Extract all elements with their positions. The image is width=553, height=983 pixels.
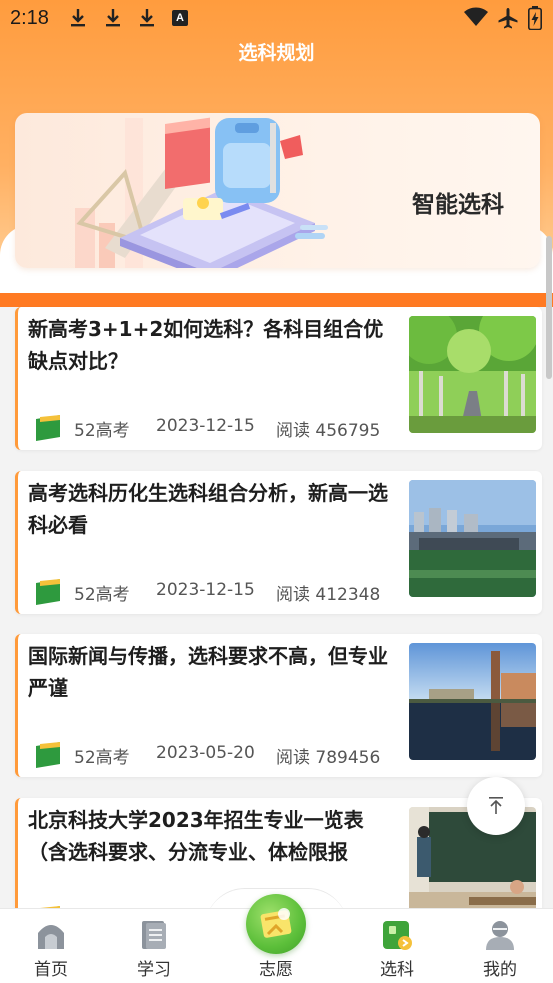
nav-item-home[interactable]: 首页 [6,909,96,983]
arrow-up-icon [489,797,503,814]
article-card[interactable]: 新高考3+1+2如何选科？各科目组合优缺点对比？ 52高考 2023-12-15… [15,307,542,450]
wifi-icon [463,6,489,30]
airplane-mode-icon [496,6,520,30]
article-thumbnail-tree-road [409,316,536,433]
orange-divider [0,293,553,307]
home-icon [38,925,64,949]
source-logo-icon [31,410,65,444]
article-source: 52高考 [74,421,130,441]
download-icon [70,8,86,28]
profile-icon [486,921,514,950]
nav-label: 选科 [380,960,414,980]
nav-item-study[interactable]: 学习 [109,909,199,983]
scrollbar[interactable] [546,236,552,379]
article-read-count: 阅读 789456 [276,748,381,768]
banner-label: 智能选科 [412,192,504,218]
article-title: 高考选科历化生选科组合分析，新高一选科必看 [28,481,388,537]
book-icon [142,921,166,949]
download-icon [139,8,155,28]
status-time: 2:18 [10,7,49,29]
subject-select-icon [383,921,412,950]
nav-item-subject-select[interactable]: 选科 [352,909,442,983]
article-source: 52高考 [74,748,130,768]
back-to-top-button[interactable] [467,777,525,835]
nav-item-profile[interactable]: 我的 [455,909,545,983]
source-logo-icon [31,737,65,771]
app-notification-icon: A [172,10,188,26]
volunteer-center-button[interactable] [246,894,306,954]
article-date: 2023-05-20 [156,743,255,763]
article-meta: 52高考 2023-12-15 阅读 456795 [30,409,400,445]
article-title: 北京科技大学2023年招生专业一览表（含选科要求、分流专业、体检限报 [28,808,364,864]
article-title: 国际新闻与传播，选科要求不高，但专业严谨 [28,644,388,700]
page-title: 选科规划 [238,42,315,64]
article-thumbnail-lake [409,643,536,760]
download-icon [105,8,121,28]
article-card[interactable]: 国际新闻与传播，选科要求不高，但专业严谨 52高考 2023-05-20 阅读 … [15,634,542,777]
article-source: 52高考 [74,585,130,605]
article-read-count: 阅读 456795 [276,421,381,441]
school-supplies-illustration [75,117,328,268]
article-date: 2023-12-15 [156,416,255,436]
article-date: 2023-12-15 [156,580,255,600]
article-card[interactable]: 高考选科历化生选科组合分析，新高一选科必看 52高考 2023-12-15 阅读… [15,471,542,614]
article-meta: 52高考 2023-12-15 阅读 412348 [30,573,400,609]
article-meta: 52高考 2023-05-20 阅读 789456 [30,736,400,772]
volunteer-icon [260,908,292,938]
nav-label: 首页 [34,960,68,980]
nav-label: 志愿 [259,960,293,980]
nav-label: 学习 [137,960,171,980]
nav-label: 我的 [483,960,517,980]
battery-charging-icon [528,6,542,31]
article-read-count: 阅读 412348 [276,585,381,605]
status-bar: 2:18 A [0,0,553,36]
smart-selection-banner[interactable]: 智能选科 [15,113,540,268]
article-thumbnail-campus [409,480,536,597]
article-title: 新高考3+1+2如何选科？各科目组合优缺点对比？ [28,317,384,373]
source-logo-icon [31,574,65,608]
